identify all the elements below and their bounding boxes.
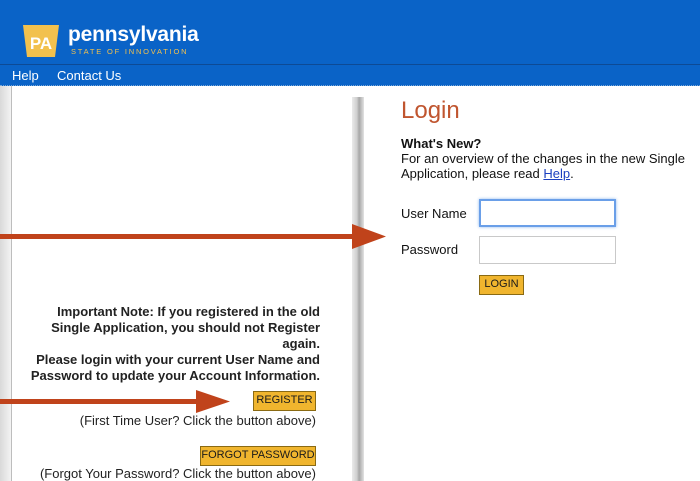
nav-bar: Help Contact Us: [0, 64, 700, 86]
brand-name: pennsylvania: [68, 23, 199, 46]
note-line: Please login with your current User Name…: [36, 352, 320, 367]
forgot-password-hint: (Forgot Your Password? Click the button …: [39, 466, 316, 481]
whats-new-text: For an overview of the changes in the ne…: [401, 151, 691, 181]
register-button[interactable]: REGISTER: [253, 391, 316, 411]
note-line: Important Note: If you registered in the…: [57, 304, 320, 319]
nav-help-link[interactable]: Help: [12, 68, 39, 83]
arrow-to-login-icon: [0, 224, 386, 249]
arrow-to-register-icon: [0, 390, 230, 413]
important-note: Important Note: If you registered in the…: [0, 304, 320, 384]
brand-tagline: STATE OF INNOVATION: [71, 47, 189, 56]
site-header: PA pennsylvania STATE OF INNOVATION: [0, 0, 700, 64]
username-label: User Name: [401, 206, 467, 221]
left-frame-border: [0, 86, 12, 481]
password-label: Password: [401, 242, 459, 257]
register-hint: (First Time User? Click the button above…: [79, 413, 316, 428]
panel-divider: [352, 97, 364, 481]
forgot-password-button[interactable]: FORGOT PASSWORD: [200, 446, 316, 466]
logo-text: PA: [30, 34, 52, 53]
login-button[interactable]: LOGIN: [479, 275, 524, 295]
help-link[interactable]: Help: [543, 166, 570, 181]
note-line: again.: [282, 336, 320, 351]
note-line: Password to update your Account Informat…: [30, 368, 320, 383]
nav-contact-us-link[interactable]: Contact Us: [57, 68, 121, 83]
pennsylvania-keystone-logo: PA: [23, 25, 59, 57]
password-input[interactable]: [479, 236, 616, 264]
note-line: Single Application, you should not Regis…: [51, 320, 320, 335]
username-input[interactable]: [479, 199, 616, 227]
whats-new-heading: What's New?: [401, 136, 482, 151]
login-title: Login: [401, 97, 460, 124]
whats-new-period: .: [570, 166, 574, 181]
